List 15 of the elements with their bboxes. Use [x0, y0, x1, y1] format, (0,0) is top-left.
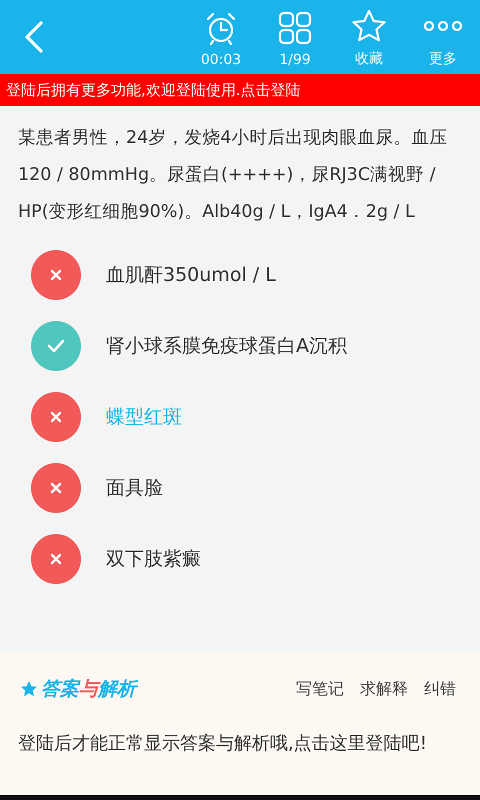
login-banner[interactable]: 登陆后拥有更多功能,欢迎登陆使用.点击登陆 — [0, 74, 480, 106]
action-link[interactable]: 纠错 — [424, 678, 456, 700]
login-prompt-text[interactable]: 登陆后才能正常显示答案与解析哦,点击这里登陆吧! — [18, 725, 462, 762]
action-link[interactable]: 写笔记 — [296, 678, 344, 700]
option-text[interactable]: 肾小球系膜免疫球蛋白A沉积 — [106, 332, 347, 358]
option-text[interactable]: 面具脸 — [106, 474, 163, 500]
question-text: 某患者男性，24岁，发烧4小时后出现肉眼血尿。血压120 / 80mmHg。尿蛋白(++++)，尿RJ3C满视野 / HP(变形红细胞90%)。Alb40g / L，IgA4．2g / L — [18, 127, 448, 224]
more-icon — [423, 20, 463, 32]
star-icon — [20, 680, 38, 698]
grid-icon — [278, 11, 312, 45]
star-icon — [351, 9, 387, 43]
action-link[interactable]: 求解释 — [360, 678, 408, 700]
option-text[interactable]: 双下肢紫癜 — [106, 546, 201, 572]
option-text[interactable]: 血肌酐350umol / L — [106, 262, 276, 288]
answer-analysis-title: 答案与解析 — [41, 676, 136, 702]
